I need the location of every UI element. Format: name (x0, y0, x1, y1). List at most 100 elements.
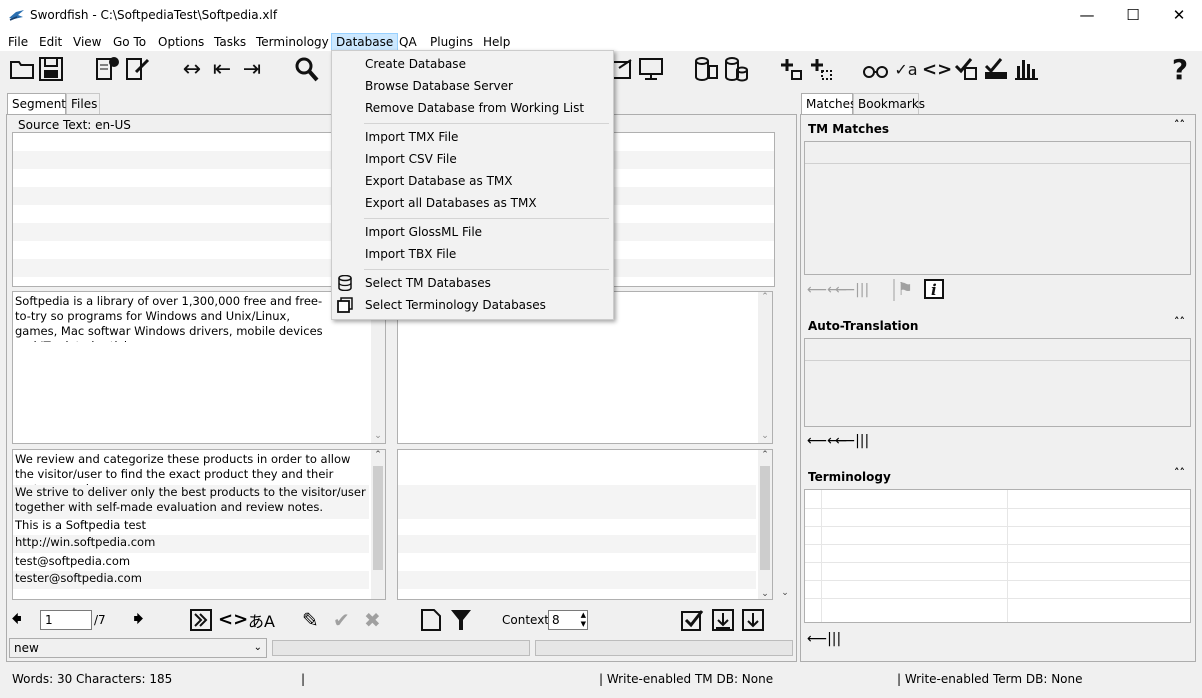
new-document-icon[interactable] (93, 56, 121, 84)
flag-icon[interactable]: ⚑ (897, 279, 913, 300)
minimize-button[interactable]: — (1064, 0, 1110, 31)
menu-database[interactable]: Database (331, 33, 399, 51)
menu-edit[interactable]: Edit (35, 33, 66, 51)
back-icon[interactable]: ⟵||| (835, 433, 869, 449)
segment-number-input[interactable]: 1 (40, 610, 92, 630)
arrow-down-icon[interactable] (741, 608, 765, 635)
outer-scrollbar[interactable]: ⌄ (778, 449, 792, 600)
menu-item-create-database[interactable]: Create Database (332, 53, 613, 75)
confirm-icon[interactable]: ✔ (333, 608, 350, 632)
menu-item-select-tm[interactable]: Select TM Databases (332, 272, 613, 294)
segment-total: /7 (94, 613, 106, 627)
menu-item-import-csv[interactable]: Import CSV File (332, 148, 613, 170)
spinner-arrows-icon[interactable]: ▲ ▼ (581, 611, 586, 629)
previous-arrow-icon[interactable]: 🠸 (11, 608, 37, 632)
context-spinner[interactable]: 8 ▲ ▼ (548, 610, 588, 630)
segment-row[interactable]: This is a Softpedia test (15, 518, 369, 533)
spellcheck-icon[interactable]: ✓a (892, 56, 920, 84)
glasses-icon[interactable] (862, 56, 890, 84)
tm-matches-title: TM Matches (808, 122, 890, 136)
source-text: Softpedia is a library of over 1,300,000… (15, 294, 323, 342)
page-icon[interactable] (420, 608, 442, 635)
help-icon[interactable]: ? (1166, 56, 1194, 84)
tm-matches-list (804, 141, 1191, 275)
filter-icon[interactable] (450, 608, 472, 635)
title-bar: Swordfish - C:\SoftpediaTest\Softpedia.x… (0, 0, 1202, 31)
merge-icon[interactable]: ↔ (178, 56, 206, 84)
menu-options[interactable]: Options (154, 33, 208, 51)
menu-view[interactable]: View (69, 33, 105, 51)
segment-row[interactable]: tester@softpedia.com (13, 571, 369, 589)
menu-item-import-glossml[interactable]: Import GlossML File (332, 221, 613, 243)
menu-separator (364, 218, 609, 219)
menu-item-import-tmx[interactable]: Import TMX File (332, 126, 613, 148)
open-folder-icon[interactable] (8, 56, 36, 84)
menu-item-browse-server[interactable]: Browse Database Server (332, 75, 613, 97)
target-list-scrollbar[interactable]: ⌃ ⌄ (758, 450, 772, 599)
preview-icon[interactable] (637, 56, 665, 84)
split-right-icon[interactable]: ⇥ (238, 56, 266, 84)
menu-item-remove-database[interactable]: Remove Database from Working List (332, 97, 613, 119)
tab-bookmarks[interactable]: Bookmarks (853, 93, 925, 115)
tab-segments[interactable]: Segments (7, 93, 72, 115)
app-logo-icon (8, 8, 25, 22)
menu-item-export-tmx[interactable]: Export Database as TMX (332, 170, 613, 192)
menu-file[interactable]: File (4, 33, 32, 51)
info-icon[interactable]: i (922, 277, 946, 304)
next-arrow-icon[interactable]: 🠺 (133, 608, 159, 632)
menu-plugins[interactable]: Plugins (426, 33, 477, 51)
progress-icon[interactable] (982, 56, 1010, 84)
tab-files[interactable]: Files (66, 93, 100, 115)
go-to-untranslated-icon[interactable] (190, 609, 212, 631)
collapse-icon[interactable]: ˄˄ (1174, 118, 1185, 131)
segment-scrollbar[interactable]: ⌃ (371, 450, 385, 599)
source-text-box[interactable]: Softpedia is a library of over 1,300,000… (12, 291, 386, 444)
tabs-left: Segments Files (7, 93, 100, 115)
download-icon[interactable] (711, 608, 735, 635)
maximize-button[interactable]: ☐ (1110, 0, 1156, 31)
check-tags-icon[interactable] (952, 56, 980, 84)
target-segment-list: ⌃ ⌄ (397, 449, 773, 600)
check-box-icon[interactable] (680, 608, 704, 635)
word-count: Words: 30 Characters: 185 (12, 672, 173, 686)
status-select[interactable]: new ⌄ (9, 638, 267, 658)
target-scrollbar[interactable]: ⌃ ⌄ (758, 292, 772, 443)
back-icon[interactable]: ⟵||| (835, 282, 869, 298)
split-left-icon[interactable]: ⇤ (208, 56, 236, 84)
menu-item-select-terminology[interactable]: Select Terminology Databases (332, 294, 613, 316)
tab-matches[interactable]: Matches (801, 93, 856, 115)
menu-item-export-all[interactable]: Export all Databases as TMX (332, 192, 613, 214)
segment-row[interactable]: We strive to deliver only the best produ… (13, 485, 369, 519)
terminology-grid (804, 489, 1191, 623)
add-term-icon[interactable] (777, 56, 805, 84)
database-menu: Create Database Browse Database Server R… (331, 50, 614, 320)
menu-terminology[interactable]: Terminology (252, 33, 333, 51)
close-button[interactable]: ✕ (1156, 0, 1202, 31)
collapse-icon[interactable]: ˄˄ (1174, 466, 1185, 479)
database-icon[interactable] (692, 56, 720, 84)
tags-icon[interactable]: <> (922, 56, 952, 84)
select-term-icon[interactable] (807, 56, 835, 84)
reject-icon[interactable]: ✖ (364, 608, 381, 632)
segment-row[interactable]: test@softpedia.com (15, 554, 369, 569)
edit-document-icon[interactable] (123, 56, 151, 84)
tags-icon[interactable]: <> (218, 609, 248, 630)
menu-qa[interactable]: QA (395, 33, 421, 51)
segment-row[interactable]: http://win.softpedia.com (13, 535, 369, 553)
statistics-icon[interactable] (1012, 56, 1040, 84)
menu-item-import-tbx[interactable]: Import TBX File (332, 243, 613, 265)
menu-separator (364, 123, 609, 124)
pencil-icon[interactable]: ✎ (302, 608, 319, 632)
menu-goto[interactable]: Go To (109, 33, 150, 51)
database-stack-icon[interactable] (722, 56, 750, 84)
back-icon[interactable]: ⟵||| (807, 631, 841, 647)
auto-translation-title: Auto-Translation (808, 319, 919, 333)
save-icon[interactable] (37, 56, 65, 84)
menu-tasks[interactable]: Tasks (210, 33, 250, 51)
menu-help[interactable]: Help (479, 33, 514, 51)
translate-icon[interactable]: あA (248, 608, 275, 632)
context-label: Context: (502, 613, 554, 627)
search-icon[interactable] (292, 56, 320, 84)
collapse-icon[interactable]: ˄˄ (1174, 315, 1185, 328)
source-label: Source Text: en-US (18, 118, 131, 132)
